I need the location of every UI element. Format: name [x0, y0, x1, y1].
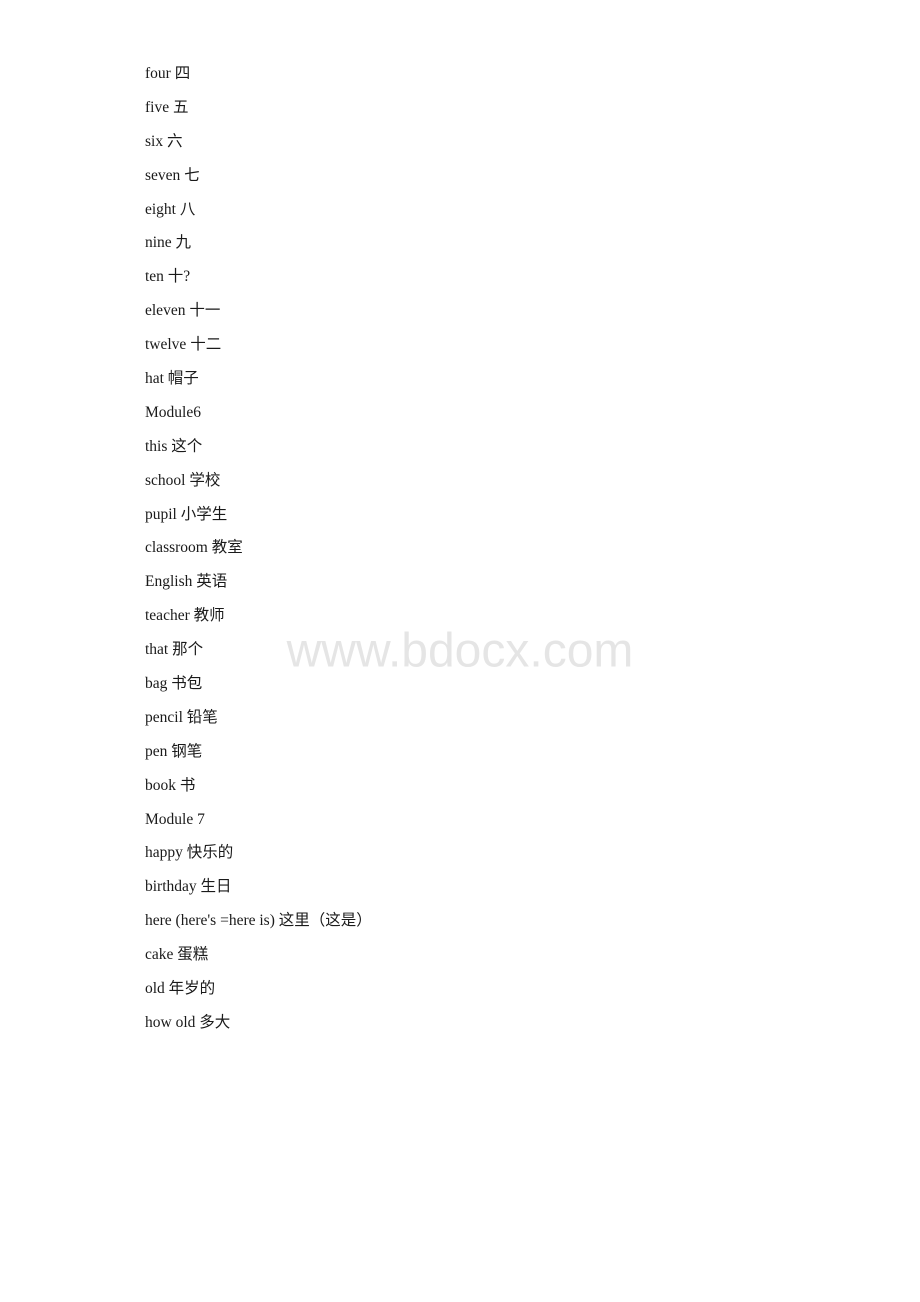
- vocab-item-ten: ten 十?: [145, 263, 775, 291]
- vocab-item-twelve: twelve 十二: [145, 331, 775, 359]
- vocab-item-happy: happy 快乐的: [145, 839, 775, 867]
- vocab-item-teacher: teacher 教师: [145, 602, 775, 630]
- vocab-item-five: five 五: [145, 94, 775, 122]
- vocab-item-module7: Module 7: [145, 806, 775, 834]
- vocab-item-how-old: how old 多大: [145, 1009, 775, 1037]
- vocab-item-school: school 学校: [145, 467, 775, 495]
- vocab-item-nine: nine 九: [145, 229, 775, 257]
- vocab-item-that: that 那个: [145, 636, 775, 664]
- vocab-item-here: here (here's =here is) 这里（这是）: [145, 907, 775, 935]
- vocab-item-four: four 四: [145, 60, 775, 88]
- vocab-item-hat: hat 帽子: [145, 365, 775, 393]
- vocab-item-english: English 英语: [145, 568, 775, 596]
- vocab-item-birthday: birthday 生日: [145, 873, 775, 901]
- vocab-item-bag: bag 书包: [145, 670, 775, 698]
- vocab-item-classroom: classroom 教室: [145, 534, 775, 562]
- vocab-item-eight: eight 八: [145, 196, 775, 224]
- vocab-item-old: old 年岁的: [145, 975, 775, 1003]
- vocab-item-module6: Module6: [145, 399, 775, 427]
- vocab-item-this: this 这个: [145, 433, 775, 461]
- vocab-item-pen: pen 钢笔: [145, 738, 775, 766]
- vocab-item-book: book 书: [145, 772, 775, 800]
- vocab-item-cake: cake 蛋糕: [145, 941, 775, 969]
- vocab-item-eleven: eleven 十一: [145, 297, 775, 325]
- main-content: four 四 five 五 six 六 seven 七 eight 八 nine 九 ten…: [0, 0, 920, 1103]
- vocab-item-six: six 六: [145, 128, 775, 156]
- vocab-item-seven: seven 七: [145, 162, 775, 190]
- vocab-item-pupil: pupil 小学生: [145, 501, 775, 529]
- vocab-item-pencil: pencil 铅笔: [145, 704, 775, 732]
